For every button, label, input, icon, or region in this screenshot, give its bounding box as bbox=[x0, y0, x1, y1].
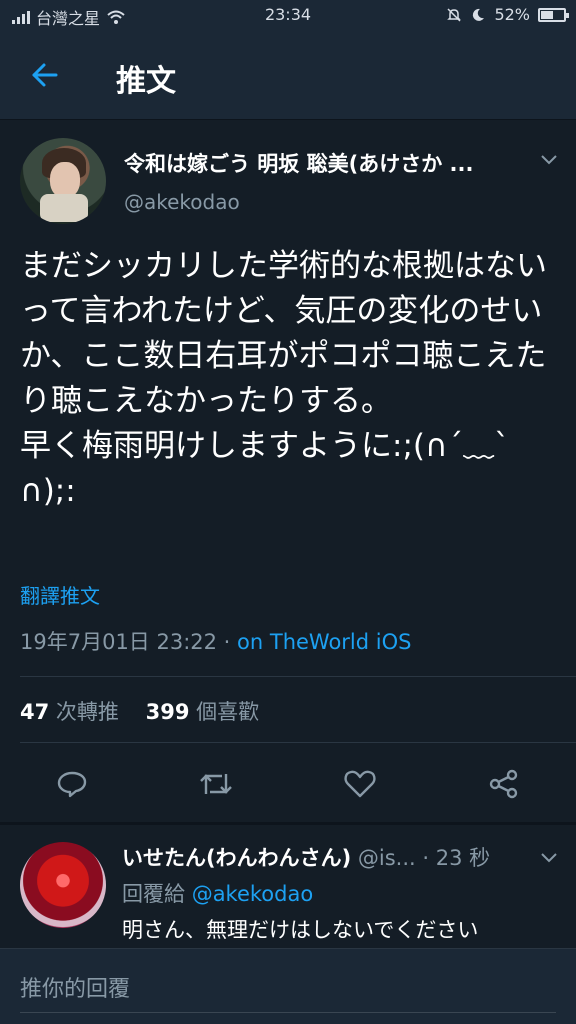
chevron-down-icon[interactable] bbox=[540, 852, 558, 864]
reply-author-name[interactable]: いせたん(わんわんさん) bbox=[122, 846, 351, 870]
retweets-count: 47 bbox=[20, 700, 50, 724]
reply-to-handle[interactable]: @akekodao bbox=[192, 882, 314, 906]
bell-off-icon bbox=[447, 7, 462, 22]
retweet-button[interactable] bbox=[196, 760, 236, 808]
battery-icon bbox=[538, 7, 569, 22]
retweet-icon bbox=[200, 774, 232, 794]
tweet-timestamp: 19年7月01日 23:22 · on TheWorld iOS bbox=[20, 626, 411, 656]
reply-time: · 23 秒 bbox=[422, 846, 491, 870]
avatar-hand bbox=[40, 194, 88, 222]
reply-header: いせたん(わんわんさん) @is... · 23 秒 bbox=[122, 842, 522, 872]
battery-percent: 52% bbox=[494, 5, 530, 24]
tweet-text: まだシッカリした学術的な根拠はないって言われたけど、気圧の変化のせいか、ここ数日… bbox=[20, 248, 547, 509]
compose-bar bbox=[0, 948, 576, 1024]
like-stat[interactable]: 399 個喜歡 bbox=[146, 700, 260, 724]
timestamp-text: 19年7月01日 23:22 bbox=[20, 630, 217, 654]
page-title: 推文 bbox=[116, 64, 176, 99]
reply-text: 明さん、無理だけはしないでください bbox=[122, 918, 479, 942]
heart-icon bbox=[344, 770, 376, 798]
app-header: 推文 bbox=[0, 30, 576, 120]
author-display-name[interactable]: 令和は嫁ごう 明坂 聡美(あけさか ... bbox=[124, 148, 514, 178]
author-avatar[interactable] bbox=[20, 138, 106, 224]
reply-to-label: 回覆給 bbox=[122, 882, 185, 906]
avatar-face bbox=[50, 162, 80, 198]
divider bbox=[20, 676, 576, 677]
client-link[interactable]: on TheWorld iOS bbox=[237, 630, 411, 654]
share-icon bbox=[489, 769, 518, 799]
tweet-actions bbox=[0, 760, 576, 810]
share-button[interactable] bbox=[484, 760, 524, 808]
retweet-stat[interactable]: 47 次轉推 bbox=[20, 700, 119, 724]
retweets-label: 次轉推 bbox=[55, 700, 119, 724]
reply-input[interactable] bbox=[20, 967, 556, 1013]
author-handle[interactable]: @akekodao bbox=[124, 190, 240, 214]
arrow-left-icon[interactable] bbox=[28, 58, 62, 92]
divider bbox=[20, 742, 576, 743]
translate-link[interactable]: 翻譯推文 bbox=[20, 580, 100, 609]
tweet-stats: 47 次轉推 399 個喜歡 bbox=[20, 696, 259, 726]
likes-count: 399 bbox=[145, 700, 190, 724]
moon-icon bbox=[473, 8, 485, 21]
status-bar: 台灣之星 23:34 52% bbox=[0, 0, 576, 30]
section-separator bbox=[0, 822, 576, 825]
likes-label: 個喜歡 bbox=[196, 700, 260, 724]
reply-to-line: 回覆給 @akekodao bbox=[122, 878, 313, 908]
reply-author-avatar[interactable] bbox=[20, 842, 106, 928]
status-right: 52% bbox=[446, 5, 569, 24]
battery-fill bbox=[541, 10, 554, 19]
reply-author-handle[interactable]: @is... bbox=[358, 846, 416, 870]
like-button[interactable] bbox=[340, 760, 380, 808]
chevron-down-icon[interactable] bbox=[540, 154, 558, 166]
timestamp-separator: · bbox=[217, 630, 238, 654]
reply-button[interactable] bbox=[52, 760, 92, 808]
comment-icon bbox=[57, 771, 87, 798]
